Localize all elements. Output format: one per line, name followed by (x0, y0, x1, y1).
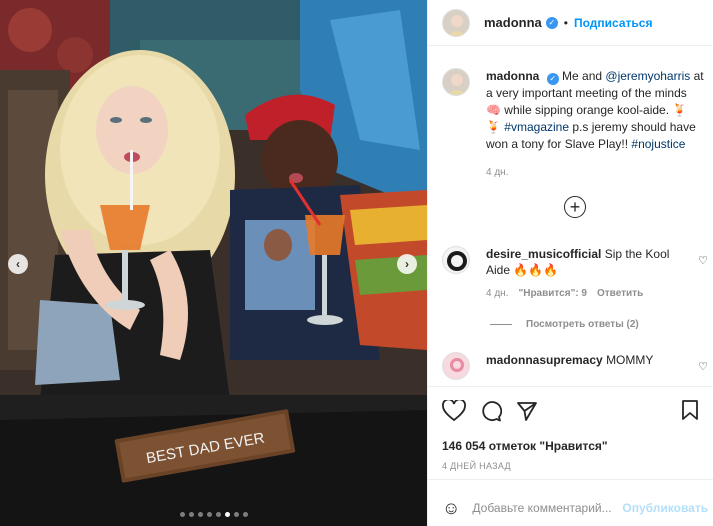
add-comment-bar: ☺ Опубликовать (428, 490, 713, 526)
post-photo[interactable]: BEST DAD EVER ‹ › (0, 0, 427, 526)
mention-link[interactable]: @jeremyoharris (605, 69, 690, 83)
comment-text: desire_musicofficial Sip the Kool Aide 🔥… (486, 246, 686, 278)
post-panel: madonna ✓ • Подписаться madonna ✓ Me and… (427, 0, 713, 526)
slide-indicator (0, 512, 427, 517)
comment-text: madonnasupremacy MOMMY (486, 352, 686, 380)
comment-input[interactable] (472, 501, 623, 515)
view-replies-button[interactable]: Посмотреть ответы (2) (490, 319, 639, 330)
comment-username[interactable]: desire_musicofficial (486, 247, 601, 261)
slide-dot (233, 512, 239, 517)
avatar[interactable] (442, 352, 470, 380)
caption-time[interactable]: 4 дн. (486, 167, 704, 178)
slide-dot (242, 512, 248, 517)
verified-badge-icon: ✓ (546, 72, 559, 85)
post-actions: 146 054 отметок "Нравится" 4 ДНЕЙ НАЗАД (428, 386, 713, 480)
bookmark-icon[interactable] (680, 399, 700, 421)
separator-dot: • (563, 15, 568, 30)
next-slide-button[interactable]: › (397, 254, 417, 274)
publish-button[interactable]: Опубликовать (622, 501, 708, 515)
previous-slide-button[interactable]: ‹ (8, 254, 28, 274)
post-username[interactable]: madonna (484, 15, 542, 30)
divider (490, 324, 512, 325)
post-date[interactable]: 4 ДНЕЙ НАЗАД (442, 461, 700, 471)
likes-count[interactable]: 146 054 отметок "Нравится" (442, 439, 700, 453)
comment: madonnasupremacy MOMMY ♡ (442, 352, 713, 380)
heart-icon[interactable] (442, 400, 466, 422)
caption-username[interactable]: madonna (486, 69, 539, 83)
caption-emoji: 🍹 (486, 120, 501, 134)
slide-dot-active (224, 512, 230, 517)
verified-badge-icon: ✓ (545, 16, 558, 29)
plus-circle-icon[interactable]: + (564, 196, 586, 218)
comment-likes[interactable]: "Нравится": 9 (518, 288, 587, 299)
action-bar (442, 399, 700, 423)
slide-dot (188, 512, 194, 517)
comment-username[interactable]: madonnasupremacy (486, 353, 603, 367)
emoji-icon[interactable]: ☺ (442, 498, 460, 519)
follow-button[interactable]: Подписаться (574, 16, 652, 30)
share-icon[interactable] (516, 400, 538, 422)
chevron-left-icon: ‹ (16, 257, 20, 271)
avatar[interactable] (442, 246, 470, 274)
comment-icon[interactable] (480, 400, 502, 422)
caption-text: madonna ✓ Me and @jeremyoharris at a ver… (486, 68, 704, 153)
hashtag-link[interactable]: #vmagazine (504, 120, 569, 134)
comment-time[interactable]: 4 дн. (486, 288, 508, 299)
slide-dot (206, 512, 212, 517)
comment: desire_musicofficial Sip the Kool Aide 🔥… (442, 246, 713, 299)
comment-meta: 4 дн. "Нравится": 9 Ответить (486, 288, 686, 299)
hashtag-link[interactable]: #nojustice (631, 137, 685, 151)
slide-dot (179, 512, 185, 517)
caption-text-part: Me and (562, 69, 606, 83)
reply-button[interactable]: Ответить (597, 288, 643, 299)
post-caption: madonna ✓ Me and @jeremyoharris at a ver… (442, 68, 706, 178)
slide-dot (215, 512, 221, 517)
view-replies-label: Посмотреть ответы (2) (526, 319, 639, 330)
photo-image: BEST DAD EVER (0, 0, 427, 526)
chevron-right-icon: › (405, 257, 409, 271)
comment-body: MOMMY (606, 353, 654, 367)
heart-icon[interactable]: ♡ (698, 254, 708, 267)
avatar[interactable] (442, 8, 470, 37)
post-header: madonna ✓ • Подписаться (428, 0, 713, 46)
avatar[interactable] (442, 68, 470, 96)
slide-dot (197, 512, 203, 517)
heart-icon[interactable]: ♡ (698, 360, 708, 373)
